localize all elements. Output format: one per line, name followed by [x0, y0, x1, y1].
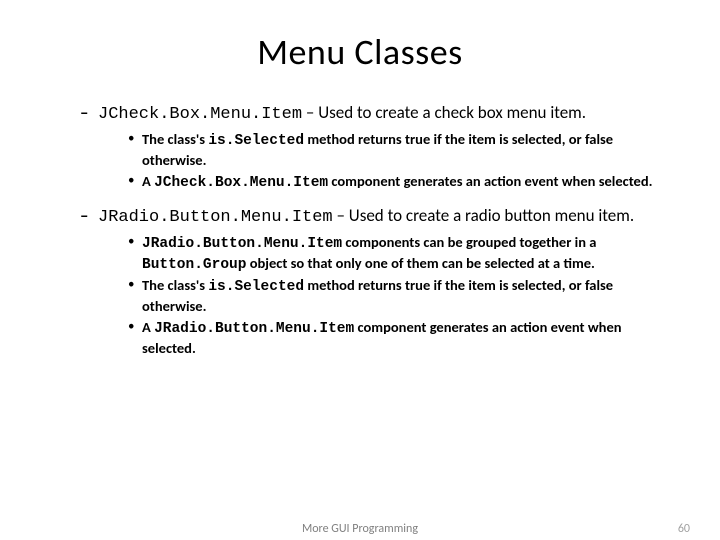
code: is.Selected: [208, 279, 304, 295]
sub-body: The class's is.Selected method returns t…: [142, 276, 670, 316]
slide-title: Menu Classes: [50, 30, 670, 74]
text: The class's: [142, 276, 208, 294]
code: JCheck.Box.Menu.Item: [154, 175, 328, 191]
sub-item: • A JCheck.Box.Menu.Item component gener…: [128, 172, 670, 193]
text: A: [142, 172, 154, 190]
sub-item: • JRadio.Button.Menu.Item components can…: [128, 233, 670, 275]
class-name: JRadio.Button.Menu.Item: [98, 208, 333, 227]
list-item-body: JCheck.Box.Menu.Item – Used to create a …: [98, 102, 670, 126]
sub-item: • A JRadio.Button.Menu.Item component ge…: [128, 318, 670, 358]
text: A: [142, 318, 154, 336]
sub-item: • The class's is.Selected method returns…: [128, 276, 670, 316]
text: components can be grouped together in a: [342, 233, 596, 251]
dash-bullet: –: [80, 102, 98, 123]
dash-bullet: –: [80, 205, 98, 226]
sub-body: A JCheck.Box.Menu.Item component generat…: [142, 172, 670, 193]
content-area: – JCheck.Box.Menu.Item – Used to create …: [50, 102, 670, 358]
footer-text: More GUI Programming: [0, 522, 720, 536]
list-item-body: JRadio.Button.Menu.Item – Used to create…: [98, 205, 670, 229]
item-desc: – Used to create a check box menu item.: [302, 102, 586, 123]
sub-body: The class's is.Selected method returns t…: [142, 130, 670, 170]
dot-bullet: •: [128, 172, 142, 190]
class-name: JCheck.Box.Menu.Item: [98, 105, 302, 124]
sub-list: • JRadio.Button.Menu.Item components can…: [80, 233, 670, 358]
sub-body: A JRadio.Button.Menu.Item component gene…: [142, 318, 670, 358]
code: JRadio.Button.Menu.Item: [154, 321, 354, 337]
list-item: – JCheck.Box.Menu.Item – Used to create …: [80, 102, 670, 126]
dot-bullet: •: [128, 130, 142, 148]
sub-list: • The class's is.Selected method returns…: [80, 130, 670, 193]
sub-body: JRadio.Button.Menu.Item components can b…: [142, 233, 670, 275]
dot-bullet: •: [128, 276, 142, 294]
item-desc: – Used to create a radio button menu ite…: [333, 205, 634, 226]
sub-item: • The class's is.Selected method returns…: [128, 130, 670, 170]
dot-bullet: •: [128, 233, 142, 251]
code: is.Selected: [208, 133, 304, 149]
text: component generates an action event when…: [328, 172, 652, 190]
code: Button.Group: [142, 257, 246, 273]
code: JRadio.Button.Menu.Item: [142, 236, 342, 252]
text: The class's: [142, 130, 208, 148]
page-number: 60: [678, 522, 690, 536]
list-item: – JRadio.Button.Menu.Item – Used to crea…: [80, 205, 670, 229]
dot-bullet: •: [128, 318, 142, 336]
text: object so that only one of them can be s…: [246, 254, 595, 272]
